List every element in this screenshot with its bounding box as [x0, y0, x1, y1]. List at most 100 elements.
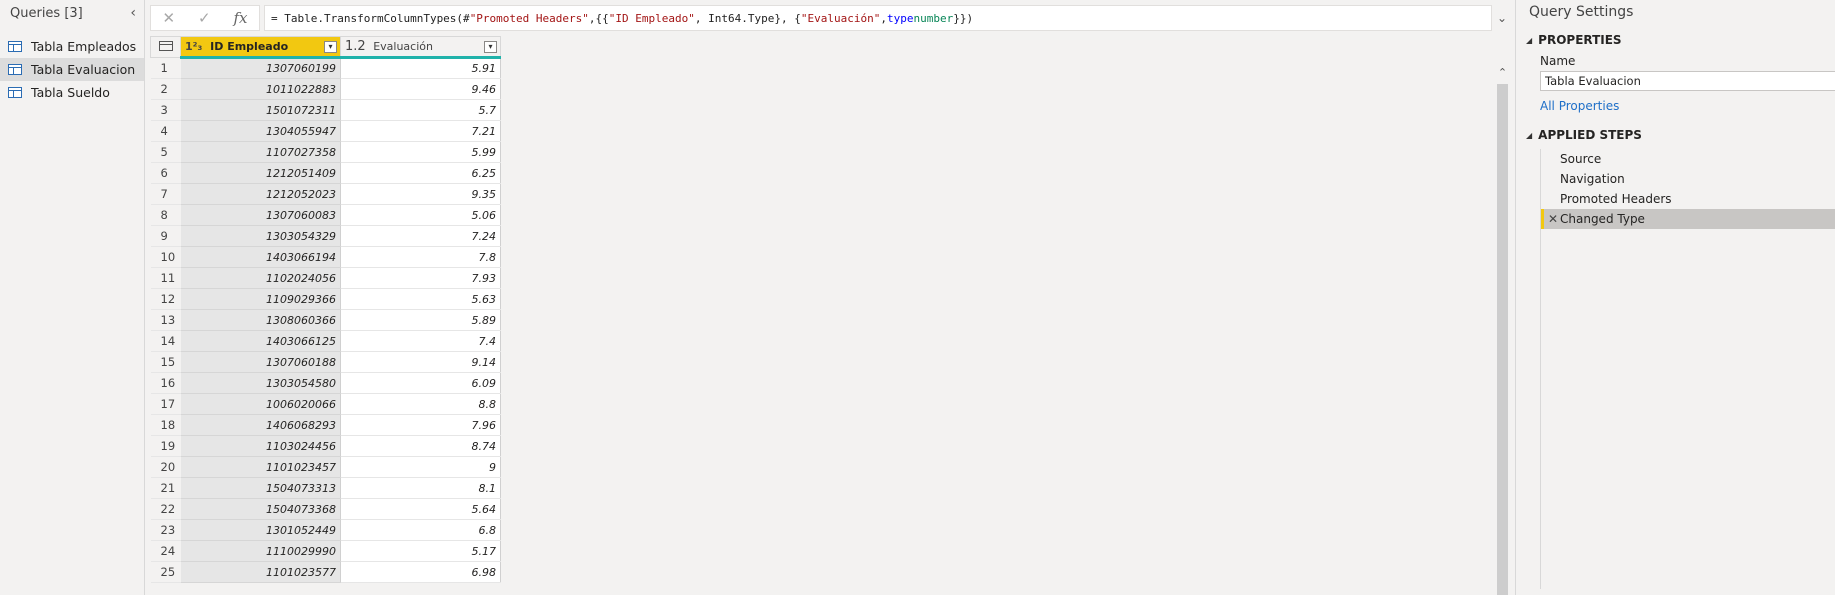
row-number[interactable]: 21	[150, 477, 181, 499]
cell-id-empleado[interactable]: 1101023457	[180, 456, 341, 478]
row-number[interactable]: 11	[150, 267, 181, 289]
delete-step-icon[interactable]: ✕	[1548, 212, 1558, 226]
table-menu-button[interactable]	[150, 36, 181, 58]
applied-steps-section-header[interactable]: ◢ APPLIED STEPS	[1516, 125, 1835, 145]
row-number[interactable]: 14	[150, 330, 181, 352]
fx-icon[interactable]: fx	[234, 9, 248, 27]
cell-id-empleado[interactable]: 1006020066	[180, 393, 341, 415]
table-row[interactable]: 13 1308060366 5.89	[150, 309, 501, 331]
table-row[interactable]: 1 1307060199 5.91	[150, 57, 501, 79]
table-row[interactable]: 8 1307060083 5.06	[150, 204, 501, 226]
cell-id-empleado[interactable]: 1303054329	[180, 225, 341, 247]
table-row[interactable]: 20 1101023457 9	[150, 456, 501, 478]
row-number[interactable]: 25	[150, 561, 181, 583]
row-number[interactable]: 20	[150, 456, 181, 478]
cell-evaluacion[interactable]: 5.7	[340, 99, 501, 121]
row-number[interactable]: 1	[150, 57, 181, 79]
step-promoted-headers[interactable]: Promoted Headers	[1541, 189, 1835, 209]
row-number[interactable]: 5	[150, 141, 181, 163]
column-header-id-empleado[interactable]: 1²₃ ID Empleado ▾	[180, 36, 341, 59]
cell-evaluacion[interactable]: 5.91	[340, 57, 501, 79]
table-row[interactable]: 23 1301052449 6.8	[150, 519, 501, 541]
cell-id-empleado[interactable]: 1307060083	[180, 204, 341, 226]
cell-evaluacion[interactable]: 6.98	[340, 561, 501, 583]
row-number[interactable]: 19	[150, 435, 181, 457]
table-row[interactable]: 3 1501072311 5.7	[150, 99, 501, 121]
cell-evaluacion[interactable]: 7.93	[340, 267, 501, 289]
query-item-tabla-empleados[interactable]: Tabla Empleados	[0, 35, 144, 58]
cell-evaluacion[interactable]: 5.06	[340, 204, 501, 226]
table-row[interactable]: 10 1403066194 7.8	[150, 246, 501, 268]
row-number[interactable]: 2	[150, 78, 181, 100]
collapse-queries-icon[interactable]: ‹	[130, 5, 136, 21]
cell-id-empleado[interactable]: 1102024056	[180, 267, 341, 289]
cell-id-empleado[interactable]: 1504073368	[180, 498, 341, 520]
table-row[interactable]: 15 1307060188 9.14	[150, 351, 501, 373]
table-row[interactable]: 22 1504073368 5.64	[150, 498, 501, 520]
cell-id-empleado[interactable]: 1011022883	[180, 78, 341, 100]
query-name-input[interactable]	[1540, 71, 1835, 91]
cell-id-empleado[interactable]: 1303054580	[180, 372, 341, 394]
cell-evaluacion[interactable]: 5.17	[340, 540, 501, 562]
table-row[interactable]: 19 1103024456 8.74	[150, 435, 501, 457]
cell-evaluacion[interactable]: 8.8	[340, 393, 501, 415]
cell-id-empleado[interactable]: 1109029366	[180, 288, 341, 310]
formula-input[interactable]: = Table.TransformColumnTypes(# "Promoted …	[264, 5, 1492, 31]
step-navigation[interactable]: Navigation	[1541, 169, 1835, 189]
confirm-icon[interactable]: ✓	[198, 9, 211, 27]
table-row[interactable]: 11 1102024056 7.93	[150, 267, 501, 289]
cell-id-empleado[interactable]: 1403066125	[180, 330, 341, 352]
cell-id-empleado[interactable]: 1403066194	[180, 246, 341, 268]
cell-evaluacion[interactable]: 8.74	[340, 435, 501, 457]
cell-id-empleado[interactable]: 1308060366	[180, 309, 341, 331]
cell-id-empleado[interactable]: 1103024456	[180, 435, 341, 457]
column-header-evaluacion[interactable]: 1.2 Evaluación ▾	[340, 36, 501, 59]
cell-evaluacion[interactable]: 6.25	[340, 162, 501, 184]
cell-evaluacion[interactable]: 9.35	[340, 183, 501, 205]
cell-id-empleado[interactable]: 1304055947	[180, 120, 341, 142]
cell-evaluacion[interactable]: 7.8	[340, 246, 501, 268]
filter-dropdown-icon[interactable]: ▾	[484, 41, 497, 53]
cell-evaluacion[interactable]: 7.24	[340, 225, 501, 247]
row-number[interactable]: 3	[150, 99, 181, 121]
cell-evaluacion[interactable]: 7.96	[340, 414, 501, 436]
row-number[interactable]: 16	[150, 372, 181, 394]
cell-id-empleado[interactable]: 1110029990	[180, 540, 341, 562]
row-number[interactable]: 13	[150, 309, 181, 331]
step-changed-type[interactable]: ✕ Changed Type	[1541, 209, 1835, 229]
cell-id-empleado[interactable]: 1212051409	[180, 162, 341, 184]
table-row[interactable]: 9 1303054329 7.24	[150, 225, 501, 247]
query-item-tabla-sueldo[interactable]: Tabla Sueldo	[0, 81, 144, 104]
row-number[interactable]: 9	[150, 225, 181, 247]
row-number[interactable]: 18	[150, 414, 181, 436]
cancel-icon[interactable]: ✕	[162, 9, 175, 27]
table-row[interactable]: 4 1304055947 7.21	[150, 120, 501, 142]
decimal-type-icon[interactable]: 1.2	[345, 39, 366, 54]
properties-section-header[interactable]: ◢ PROPERTIES	[1516, 30, 1835, 50]
cell-id-empleado[interactable]: 1307060188	[180, 351, 341, 373]
table-row[interactable]: 18 1406068293 7.96	[150, 414, 501, 436]
cell-id-empleado[interactable]: 1101023577	[180, 561, 341, 583]
table-row[interactable]: 7 1212052023 9.35	[150, 183, 501, 205]
cell-id-empleado[interactable]: 1107027358	[180, 141, 341, 163]
row-number[interactable]: 23	[150, 519, 181, 541]
cell-evaluacion[interactable]: 5.63	[340, 288, 501, 310]
cell-id-empleado[interactable]: 1504073313	[180, 477, 341, 499]
row-number[interactable]: 4	[150, 120, 181, 142]
cell-id-empleado[interactable]: 1501072311	[180, 99, 341, 121]
cell-evaluacion[interactable]: 5.89	[340, 309, 501, 331]
table-row[interactable]: 16 1303054580 6.09	[150, 372, 501, 394]
cell-evaluacion[interactable]: 6.8	[340, 519, 501, 541]
cell-id-empleado[interactable]: 1307060199	[180, 57, 341, 79]
cell-evaluacion[interactable]: 5.64	[340, 498, 501, 520]
expand-formula-icon[interactable]: ⌄	[1492, 11, 1512, 25]
row-number[interactable]: 24	[150, 540, 181, 562]
vertical-scrollbar[interactable]: ⌃	[1495, 66, 1510, 595]
table-row[interactable]: 12 1109029366 5.63	[150, 288, 501, 310]
table-row[interactable]: 21 1504073313 8.1	[150, 477, 501, 499]
query-item-tabla-evaluacion[interactable]: Tabla Evaluacion	[0, 58, 144, 81]
cell-evaluacion[interactable]: 6.09	[340, 372, 501, 394]
cell-evaluacion[interactable]: 8.1	[340, 477, 501, 499]
cell-id-empleado[interactable]: 1301052449	[180, 519, 341, 541]
row-number[interactable]: 12	[150, 288, 181, 310]
